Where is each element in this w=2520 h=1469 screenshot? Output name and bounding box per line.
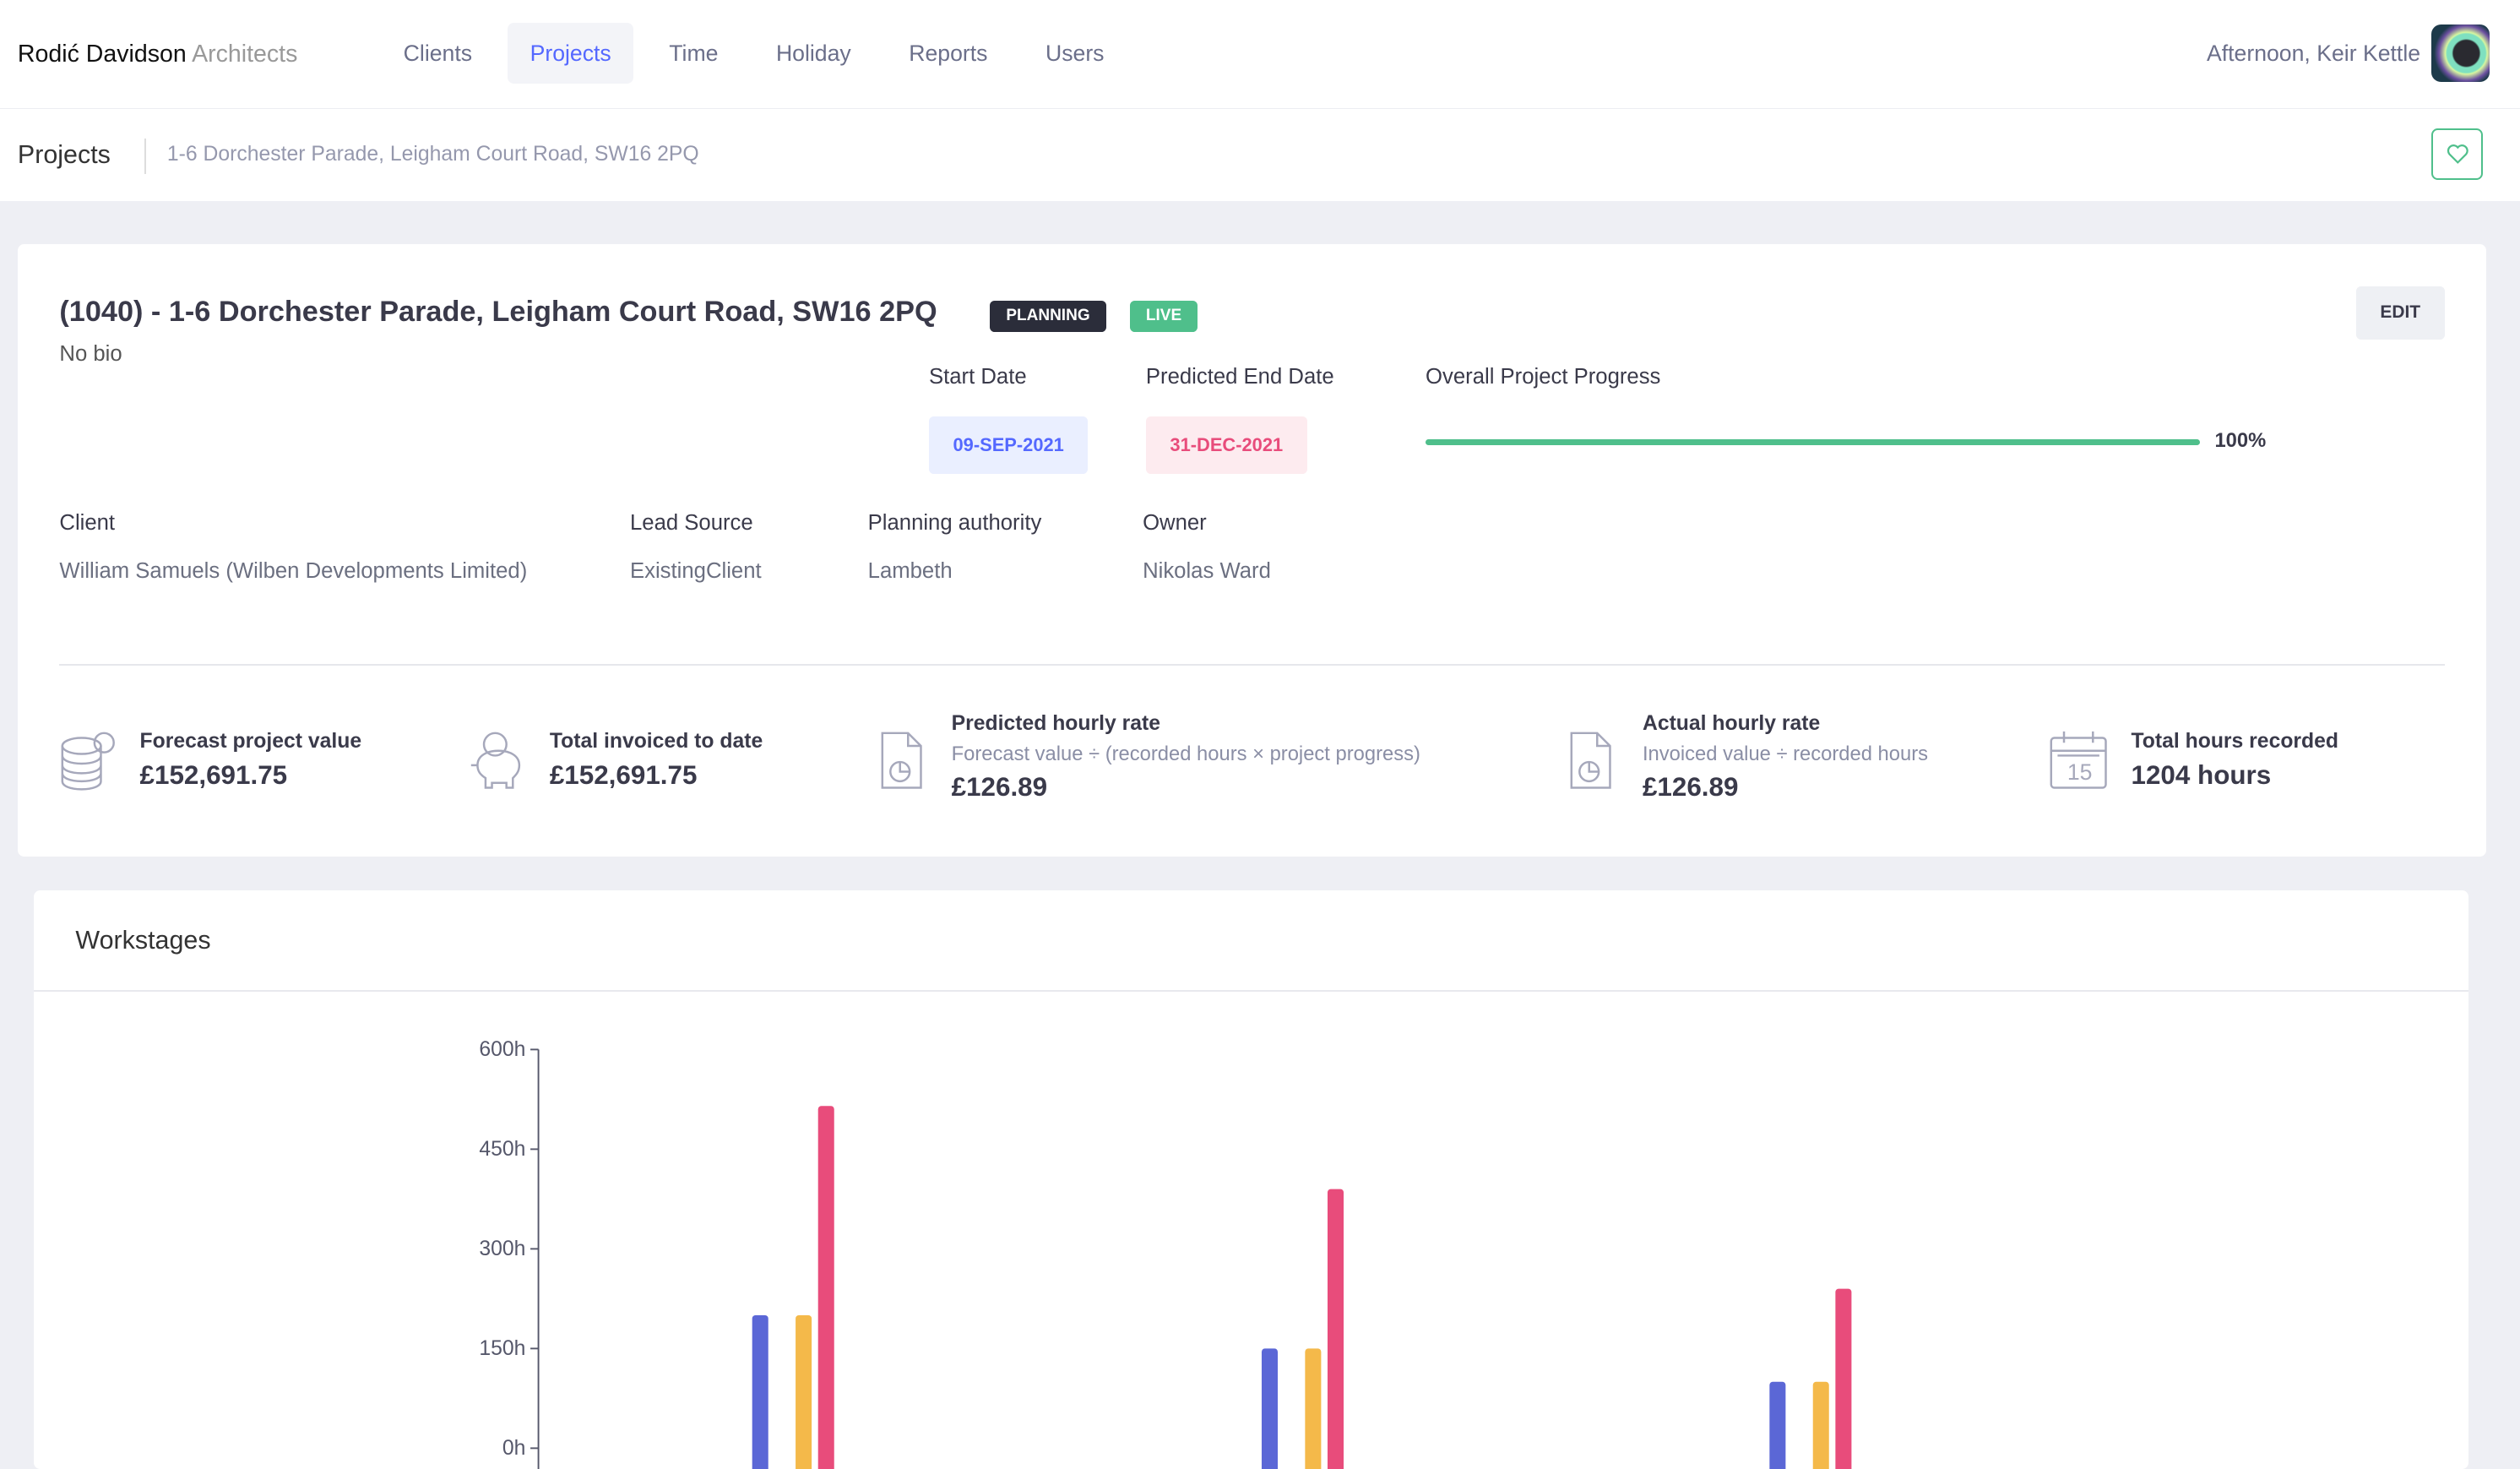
status-badge-planning: PLANNING: [990, 300, 1106, 333]
svg-text:15: 15: [2067, 759, 2092, 785]
nav-reports[interactable]: Reports: [887, 23, 1011, 84]
brand-logo[interactable]: Rodić Davidson Architects: [18, 41, 297, 68]
bar: [817, 1106, 834, 1469]
divider: [59, 663, 2445, 666]
y-tick-label: 150h: [479, 1337, 525, 1360]
sub-header: Projects 1-6 Dorchester Parade, Leigham …: [0, 109, 2520, 201]
status-badge-live: LIVE: [1129, 300, 1198, 333]
nav-users[interactable]: Users: [1023, 23, 1127, 84]
edit-button[interactable]: EDIT: [2355, 286, 2445, 340]
lead-source-label: Lead Source: [630, 511, 753, 536]
project-summary-card: (1040) - 1-6 Dorchester Parade, Leigham …: [17, 244, 2487, 857]
owner-value: Nikolas Ward: [1143, 559, 1271, 584]
nav-clients[interactable]: Clients: [381, 23, 495, 84]
start-date-label: Start Date: [928, 364, 1027, 389]
y-tick-label: 300h: [479, 1238, 525, 1260]
workstages-card: Workstages 0h 150h 300h 450h 600h: [33, 890, 2469, 1469]
nav-projects[interactable]: Projects: [507, 22, 634, 84]
bar: [1305, 1348, 1322, 1469]
bar: [1261, 1348, 1278, 1469]
heart-icon: [2447, 144, 2468, 165]
progress-label: Overall Project Progress: [1426, 364, 1661, 389]
progress-bar: [1426, 438, 2201, 446]
project-title: (1040) - 1-6 Dorchester Parade, Leigham …: [59, 296, 937, 329]
nav-time[interactable]: Time: [647, 23, 741, 84]
bar: [1812, 1382, 1829, 1469]
avatar[interactable]: [2431, 24, 2490, 83]
document-chart-icon: [881, 732, 922, 789]
document-chart-icon: [1570, 732, 1612, 789]
stat-actual-hourly-rate: Actual hourly rate Invoiced value ÷ recor…: [1642, 712, 1928, 803]
workstages-chart: 0h 150h 300h 450h 600h: [479, 1038, 1852, 1469]
page-title: Projects: [17, 139, 111, 169]
stat-predicted-hourly-rate: Predicted hourly rate Forecast value ÷ (r…: [951, 712, 1420, 803]
y-tick-label: 0h: [502, 1437, 526, 1460]
progress-value: 100%: [2214, 429, 2267, 453]
bar: [1769, 1382, 1786, 1469]
breadcrumb: 1-6 Dorchester Parade, Leigham Court Roa…: [166, 143, 699, 166]
project-bio: No bio: [59, 342, 122, 367]
planning-authority-value: Lambeth: [867, 559, 953, 584]
y-tick-label: 450h: [479, 1138, 525, 1161]
planning-authority-label: Planning authority: [867, 511, 1042, 536]
start-date: 09-SEP-2021: [928, 416, 1089, 474]
divider: [144, 138, 147, 174]
favourite-button[interactable]: [2431, 128, 2484, 181]
coins-icon: [61, 732, 116, 791]
bar: [752, 1315, 768, 1469]
piggy-bank-icon: [470, 732, 520, 789]
calendar-icon: 15: [2050, 731, 2107, 789]
y-tick-label: 600h: [479, 1038, 525, 1061]
owner-label: Owner: [1143, 511, 1207, 536]
end-date: 31-DEC-2021: [1145, 416, 1307, 474]
client-label: Client: [59, 511, 116, 536]
lead-source-value: ExistingClient: [630, 559, 762, 584]
stat-total-hours: Total hours recorded 1204 hours: [2131, 730, 2339, 790]
bar: [796, 1315, 812, 1469]
stat-total-invoiced: Total invoiced to date £152,691.75: [549, 730, 763, 790]
stat-forecast-value: Forecast project value £152,691.75: [139, 730, 362, 790]
bar: [1327, 1189, 1344, 1469]
client-value: William Samuels (Wilben Developments Lim…: [59, 559, 528, 584]
main-nav: Clients Projects Time Holiday Reports Us…: [381, 22, 1139, 84]
bar: [1835, 1288, 1852, 1469]
nav-holiday[interactable]: Holiday: [753, 23, 873, 84]
end-date-label: Predicted End Date: [1145, 364, 1334, 389]
progress-fill: [1426, 438, 2201, 446]
top-nav-bar: Rodić Davidson Architects Clients Projec…: [0, 0, 2520, 109]
user-greeting: Afternoon, Keir Kettle: [2206, 40, 2421, 66]
